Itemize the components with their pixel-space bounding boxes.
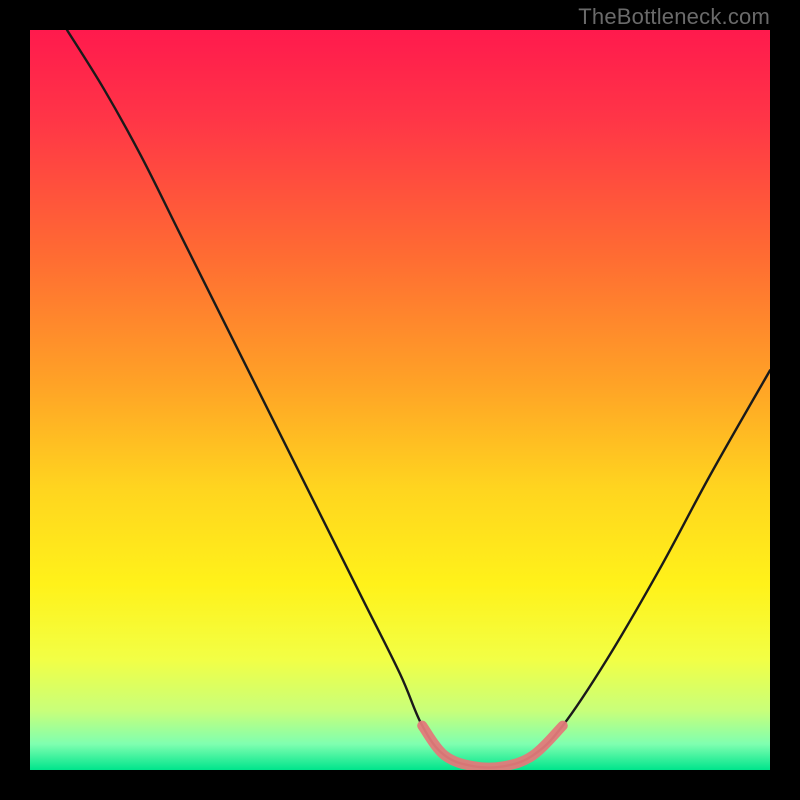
plot-area xyxy=(30,30,770,770)
watermark-text: TheBottleneck.com xyxy=(578,4,770,30)
bottleneck-curve xyxy=(67,30,770,768)
chart-frame: TheBottleneck.com xyxy=(0,0,800,800)
optimal-range-highlight xyxy=(422,726,563,768)
curve-layer xyxy=(30,30,770,770)
